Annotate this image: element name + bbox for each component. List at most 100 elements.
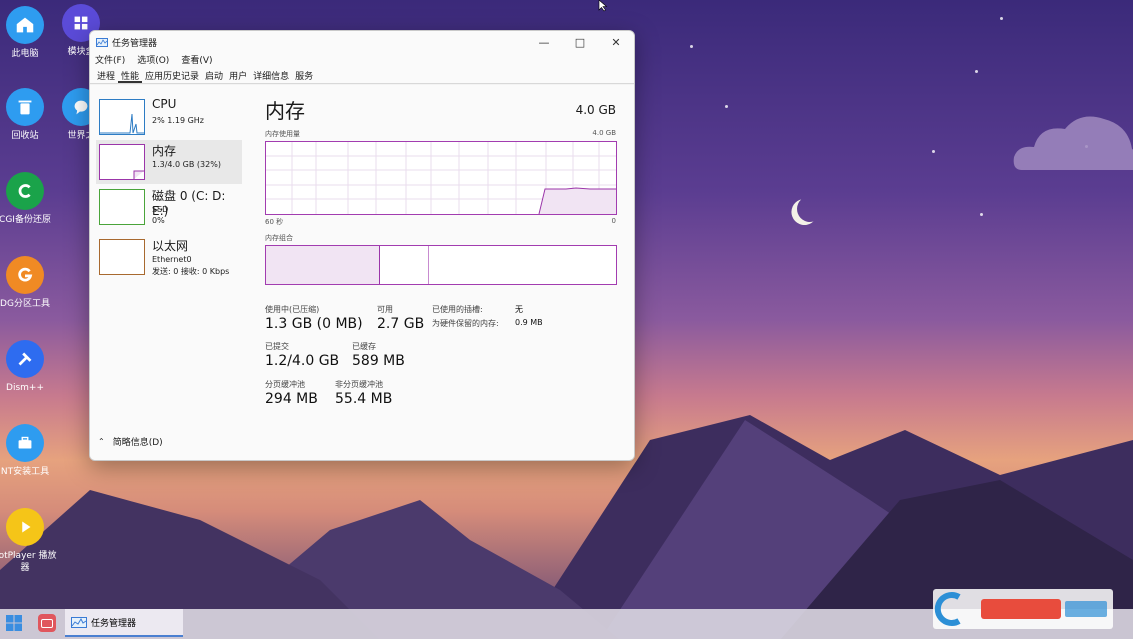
sidebar-item-detail: SSD bbox=[152, 205, 169, 214]
sidebar-item-disk[interactable]: 磁盘 0 (C: D: E:) SSD 0% bbox=[96, 185, 242, 229]
usage-label: 内存使用量 bbox=[265, 130, 300, 138]
sidebar-item-memory[interactable]: 内存 1.3/4.0 GB (32%) bbox=[96, 140, 242, 184]
nonpaged-pool-value: 55.4 MB bbox=[335, 391, 393, 407]
memory-composition-bar bbox=[265, 245, 617, 285]
in-use-value: 1.3 GB (0 MB) bbox=[265, 316, 363, 332]
desktop-icon-label: NT安装工具 bbox=[0, 467, 50, 477]
star bbox=[1000, 17, 1003, 20]
tab-processes[interactable]: 进程 bbox=[94, 67, 118, 83]
c-icon bbox=[6, 172, 44, 210]
cloud-shape bbox=[1013, 116, 1133, 170]
slots-value: 无 bbox=[515, 305, 523, 314]
watermark-logo bbox=[933, 589, 1113, 629]
paged-pool-value: 294 MB bbox=[265, 391, 318, 407]
disk-thumbnail bbox=[99, 189, 145, 225]
composition-in-use bbox=[266, 246, 380, 284]
sidebar-item-detail: 2% 1.19 GHz bbox=[152, 116, 205, 125]
fewer-details-toggle[interactable]: ⌃ 简略信息(D) bbox=[98, 435, 163, 448]
task-manager-icon bbox=[96, 37, 108, 47]
app-launcher-icon bbox=[41, 619, 53, 628]
windows-icon bbox=[6, 615, 22, 631]
task-manager-window[interactable]: 任务管理器 — □ ✕ 文件(F) 选项(O) 查看(V) 进程 性能 应用历史… bbox=[89, 30, 635, 461]
menu-view[interactable]: 查看(V) bbox=[181, 53, 212, 67]
sidebar-item-ethernet[interactable]: 以太网 Ethernet0 发送: 0 接收: 0 Kbps bbox=[96, 235, 242, 279]
hw-reserved-label: 为硬件保留的内存: bbox=[432, 319, 499, 328]
desktop-icon-dism[interactable]: Dism++ bbox=[0, 340, 60, 394]
taskbar-app-button[interactable] bbox=[38, 614, 56, 632]
composition-standby bbox=[380, 246, 429, 284]
in-use-label: 使用中(已压缩) bbox=[265, 305, 320, 314]
available-label: 可用 bbox=[377, 305, 393, 314]
trash-icon bbox=[6, 88, 44, 126]
start-button[interactable] bbox=[6, 615, 22, 631]
ethernet-thumbnail bbox=[99, 239, 145, 275]
star bbox=[725, 105, 728, 108]
sidebar-item-detail: 1.3/4.0 GB (32%) bbox=[152, 160, 221, 169]
sidebar-item-cpu[interactable]: CPU 2% 1.19 GHz bbox=[96, 95, 242, 139]
composition-label: 内存组合 bbox=[265, 234, 293, 242]
star bbox=[932, 150, 935, 153]
slots-label: 已使用的插槽: bbox=[432, 305, 483, 314]
star bbox=[980, 213, 983, 216]
tools-icon bbox=[6, 340, 44, 378]
tab-startup[interactable]: 启动 bbox=[202, 67, 226, 83]
desktop-icon-nt[interactable]: NT安装工具 bbox=[0, 424, 60, 478]
home-icon bbox=[6, 6, 44, 44]
performance-panel: CPU 2% 1.19 GHz 内存 1.3/4.0 GB (32%) 磁盘 0… bbox=[90, 85, 634, 460]
memory-thumbnail bbox=[99, 144, 145, 180]
minimize-button[interactable]: — bbox=[526, 31, 562, 53]
desktop-icon-label: DG分区工具 bbox=[0, 299, 50, 309]
sidebar-item-detail: 0% bbox=[152, 216, 165, 225]
tab-strip: 进程 性能 应用历史记录 启动 用户 详细信息 服务 bbox=[90, 67, 634, 84]
maximize-button[interactable]: □ bbox=[562, 31, 598, 53]
taskbar-task-manager[interactable]: 任务管理器 bbox=[65, 609, 183, 637]
desktop-icon-dg[interactable]: DG分区工具 bbox=[0, 256, 60, 310]
cached-value: 589 MB bbox=[352, 353, 405, 369]
tab-details[interactable]: 详细信息 bbox=[250, 67, 292, 83]
fewer-details-label: 简略信息(D) bbox=[112, 438, 163, 448]
menu-bar: 文件(F) 选项(O) 查看(V) bbox=[90, 53, 634, 67]
star bbox=[690, 45, 693, 48]
time-left-label: 60 秒 bbox=[265, 218, 284, 226]
memory-total: 4.0 GB bbox=[575, 103, 616, 117]
title-bar[interactable]: 任务管理器 — □ ✕ bbox=[90, 31, 634, 53]
menu-file[interactable]: 文件(F) bbox=[95, 53, 125, 67]
sidebar-item-name: CPU bbox=[152, 97, 177, 111]
task-manager-icon bbox=[71, 616, 87, 628]
available-value: 2.7 GB bbox=[377, 316, 425, 332]
usage-max: 4.0 GB bbox=[592, 129, 616, 137]
sidebar-item-detail: Ethernet0 bbox=[152, 255, 192, 264]
tab-services[interactable]: 服务 bbox=[292, 67, 316, 83]
tab-users[interactable]: 用户 bbox=[226, 67, 250, 83]
memory-usage-graph bbox=[265, 141, 617, 215]
toolbox-icon bbox=[6, 424, 44, 462]
taskbar-task-label: 任务管理器 bbox=[91, 618, 137, 629]
paged-pool-label: 分页缓冲池 bbox=[265, 380, 305, 389]
page-title: 内存 bbox=[265, 99, 305, 123]
desktop-icon-label: CGI备份还原 bbox=[0, 215, 51, 225]
sidebar-item-detail: 发送: 0 接收: 0 Kbps bbox=[152, 267, 230, 276]
cpu-thumbnail bbox=[99, 99, 145, 135]
tab-performance[interactable]: 性能 bbox=[118, 67, 143, 83]
close-button[interactable]: ✕ bbox=[598, 31, 634, 53]
sidebar-item-name: 内存 bbox=[152, 144, 177, 158]
g-icon bbox=[6, 256, 44, 294]
nonpaged-pool-label: 非分页缓冲池 bbox=[335, 380, 383, 389]
star bbox=[975, 70, 978, 73]
cached-label: 已缓存 bbox=[352, 342, 376, 351]
desktop-icon-label: PotPlayer 播放器 bbox=[0, 551, 57, 573]
desktop-icon-label: Dism++ bbox=[6, 383, 44, 393]
tab-app-history[interactable]: 应用历史记录 bbox=[142, 67, 202, 83]
cursor-icon bbox=[598, 0, 608, 12]
sidebar-item-name: 以太网 bbox=[152, 239, 189, 253]
committed-value: 1.2/4.0 GB bbox=[265, 353, 340, 369]
committed-label: 已提交 bbox=[265, 342, 289, 351]
chevron-up-icon: ⌃ bbox=[98, 437, 105, 446]
desktop-icon-cgi[interactable]: CGI备份还原 bbox=[0, 172, 60, 226]
play-icon bbox=[6, 508, 44, 546]
window-title: 任务管理器 bbox=[112, 38, 158, 49]
desktop-icon-potplayer[interactable]: PotPlayer 播放器 bbox=[0, 508, 60, 574]
moon-shape bbox=[795, 194, 825, 224]
time-right-label: 0 bbox=[611, 217, 616, 225]
menu-options[interactable]: 选项(O) bbox=[137, 53, 169, 67]
